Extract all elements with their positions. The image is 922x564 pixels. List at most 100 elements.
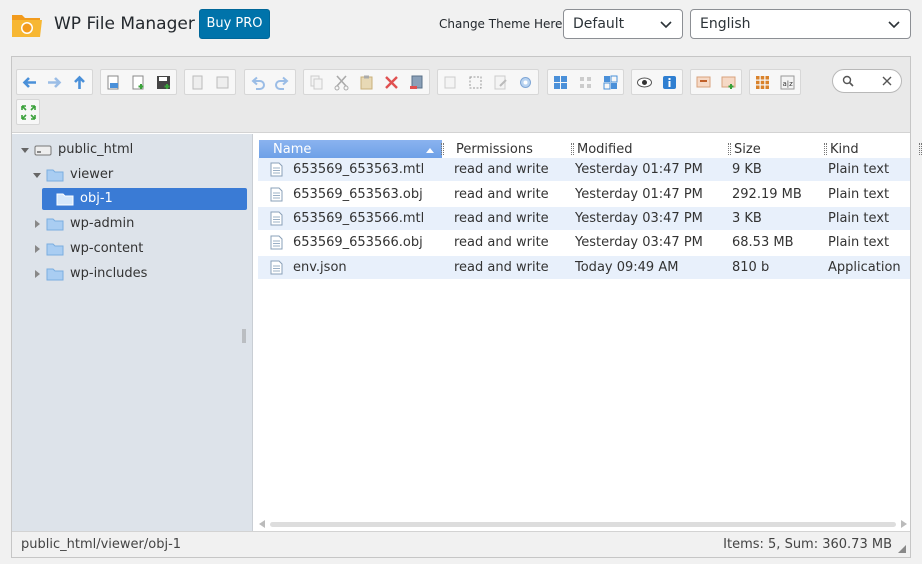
- paste-icon[interactable]: [210, 70, 235, 94]
- resize-grip-icon[interactable]: [897, 544, 907, 554]
- column-separator[interactable]: [571, 143, 574, 155]
- search-box[interactable]: [832, 69, 902, 93]
- file-modified: Yesterday 01:47 PM: [575, 187, 703, 202]
- table-row[interactable]: 653569_653563.obj read and write Yesterd…: [258, 183, 910, 206]
- tree-item-obj-1[interactable]: obj-1: [42, 188, 247, 210]
- column-separator[interactable]: [824, 143, 827, 155]
- theme-label: Change Theme Here:: [439, 17, 567, 31]
- expand-arrow-icon[interactable]: [20, 145, 30, 155]
- sort-icon[interactable]: a|z: [775, 70, 800, 94]
- resize-icon[interactable]: [716, 70, 741, 94]
- edit-icon[interactable]: [488, 70, 513, 94]
- tree-item-label: obj-1: [80, 191, 113, 206]
- file-modified: Yesterday 03:47 PM: [575, 211, 703, 226]
- nav-group: [16, 69, 93, 95]
- svg-text:a|z: a|z: [783, 80, 794, 88]
- file-size: 9 KB: [732, 162, 762, 177]
- file-kind: Application: [828, 260, 901, 275]
- tree-item-wp-content[interactable]: wp-content: [32, 238, 143, 260]
- tree-item-wp-admin[interactable]: wp-admin: [32, 213, 134, 235]
- fullscreen-group: [16, 99, 40, 125]
- column-header-name[interactable]: Name: [259, 140, 442, 160]
- items-summary: Items: 5, Sum: 360.73 MB: [723, 537, 892, 552]
- file-name: 653569_653566.obj: [293, 235, 423, 250]
- file-size: 292.19 MB: [732, 187, 802, 202]
- table-row[interactable]: 653569_653566.mtl read and write Yesterd…: [258, 207, 910, 230]
- search-icon: [842, 75, 854, 87]
- column-header-label: Kind: [830, 142, 859, 157]
- language-select[interactable]: English: [690, 9, 911, 39]
- buy-pro-button[interactable]: Buy PRO: [199, 9, 270, 39]
- file-size: 3 KB: [732, 211, 762, 226]
- column-header-size[interactable]: Size: [734, 140, 814, 160]
- expand-arrow-icon[interactable]: [32, 170, 42, 180]
- folder-tree: public_html viewer obj-1 wp-admin wp-con…: [12, 134, 253, 531]
- save-icon[interactable]: [151, 70, 176, 94]
- clear-search-icon[interactable]: [881, 75, 893, 87]
- delete-icon[interactable]: [379, 70, 404, 94]
- file-manager: a|z public_html viewer obj-1 wp-admin wp…: [11, 56, 922, 558]
- table-row[interactable]: 653569_653563.mtl read and write Yesterd…: [258, 158, 910, 181]
- horizontal-scrollbar[interactable]: [258, 519, 908, 529]
- column-header-permissions[interactable]: Permissions: [456, 140, 566, 160]
- view-grid-icon[interactable]: [548, 70, 573, 94]
- file-list: Name Permissions Modified Size Kind 6535…: [254, 134, 922, 531]
- column-header-modified[interactable]: Modified: [577, 140, 707, 160]
- view-list-icon[interactable]: [598, 70, 623, 94]
- tools-group: [437, 69, 539, 95]
- tree-item-viewer[interactable]: viewer: [32, 164, 113, 186]
- reload-icon[interactable]: [101, 70, 126, 94]
- redo-icon[interactable]: [270, 70, 295, 94]
- column-header-label: Modified: [577, 142, 633, 157]
- copy-icon[interactable]: [185, 70, 210, 94]
- forward-icon[interactable]: [42, 70, 67, 94]
- clipboard-icon[interactable]: [354, 70, 379, 94]
- rename-icon[interactable]: [438, 70, 463, 94]
- file-name: env.json: [293, 260, 347, 275]
- text-file-icon: [270, 235, 283, 250]
- copy-group: [184, 69, 236, 95]
- icons-view-icon[interactable]: [750, 70, 775, 94]
- preview-icon[interactable]: [632, 70, 657, 94]
- cut-icon[interactable]: [329, 70, 354, 94]
- theme-select[interactable]: Default: [563, 9, 683, 39]
- file-modified: Yesterday 01:47 PM: [575, 162, 703, 177]
- folder-icon: [46, 218, 64, 231]
- undo-icon[interactable]: [245, 70, 270, 94]
- scroll-right-icon[interactable]: [900, 519, 908, 529]
- file-permissions: read and write: [454, 187, 549, 202]
- column-header-kind[interactable]: Kind: [830, 140, 900, 160]
- info-icon[interactable]: [657, 70, 682, 94]
- theme-select-value: Default: [573, 16, 625, 32]
- table-row[interactable]: env.json read and write Today 09:49 AM 8…: [258, 256, 910, 279]
- table-row[interactable]: 653569_653566.obj read and write Yesterd…: [258, 231, 910, 254]
- scrollbar-thumb[interactable]: [270, 522, 896, 527]
- collapse-arrow-icon[interactable]: [32, 244, 42, 254]
- collapse-arrow-icon[interactable]: [32, 269, 42, 279]
- tree-item-wp-includes[interactable]: wp-includes: [32, 263, 147, 285]
- trash-icon[interactable]: [404, 70, 429, 94]
- sort-group: a|z: [749, 69, 801, 95]
- column-separator[interactable]: [728, 143, 731, 155]
- up-icon[interactable]: [67, 70, 92, 94]
- collapse-arrow-icon[interactable]: [32, 219, 42, 229]
- panel-resize-handle[interactable]: [242, 329, 246, 343]
- file-group: [100, 69, 177, 95]
- file-permissions: read and write: [454, 211, 549, 226]
- archive-icon[interactable]: [513, 70, 538, 94]
- select-icon[interactable]: [463, 70, 488, 94]
- duplicate-icon[interactable]: [304, 70, 329, 94]
- column-separator[interactable]: [441, 143, 444, 155]
- file-modified: Today 09:49 AM: [575, 260, 679, 275]
- fullscreen-icon[interactable]: [17, 100, 39, 124]
- column-header-label: Permissions: [456, 142, 533, 157]
- column-header-label: Name: [273, 142, 312, 157]
- view-small-icon[interactable]: [573, 70, 598, 94]
- scroll-left-icon[interactable]: [258, 519, 266, 529]
- folder-icon: [46, 169, 64, 182]
- extract-icon[interactable]: [691, 70, 716, 94]
- text-file-icon: [270, 211, 283, 226]
- new-file-icon[interactable]: [126, 70, 151, 94]
- back-icon[interactable]: [17, 70, 42, 94]
- tree-item-public-html[interactable]: public_html: [20, 139, 133, 161]
